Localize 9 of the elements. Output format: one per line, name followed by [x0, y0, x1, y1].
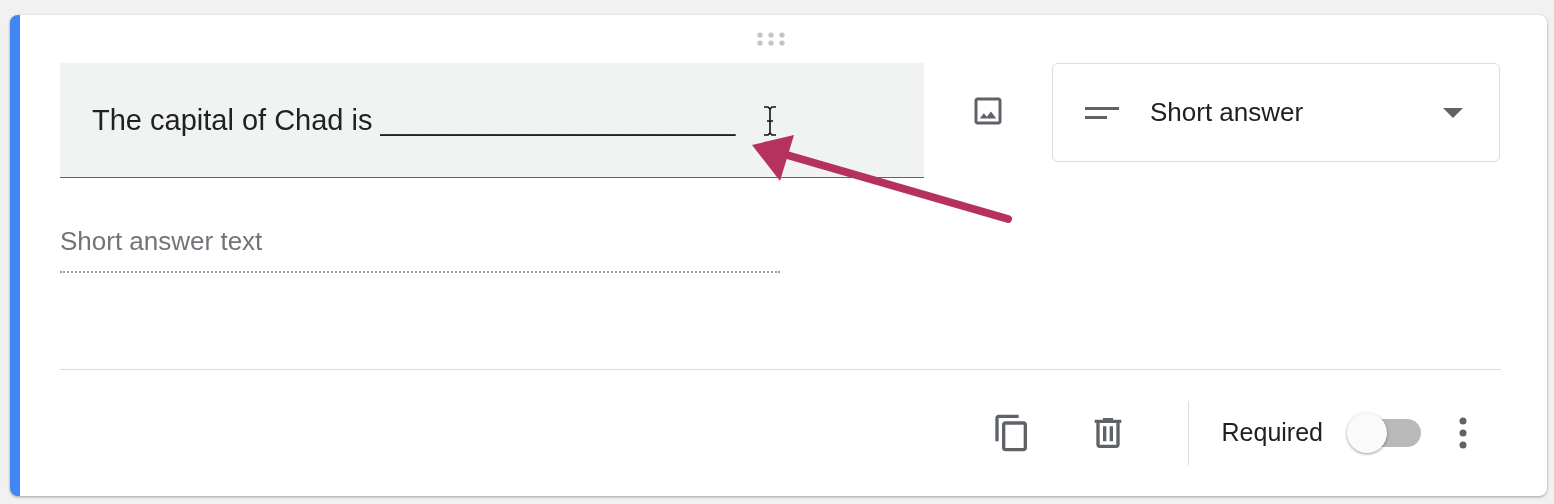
required-toggle[interactable] [1347, 413, 1423, 454]
dropdown-caret-icon [1443, 107, 1463, 118]
short-text-icon [1085, 104, 1119, 121]
required-label: Required [1221, 417, 1323, 449]
answer-field[interactable]: Short answer text [60, 222, 780, 274]
text-cursor-icon [762, 106, 778, 136]
drag-handle-icon[interactable] [755, 32, 786, 47]
question-type-dropdown[interactable]: Short answer [1052, 63, 1500, 163]
question-title-field[interactable]: The capital of Chad is ______________________ [60, 63, 924, 179]
